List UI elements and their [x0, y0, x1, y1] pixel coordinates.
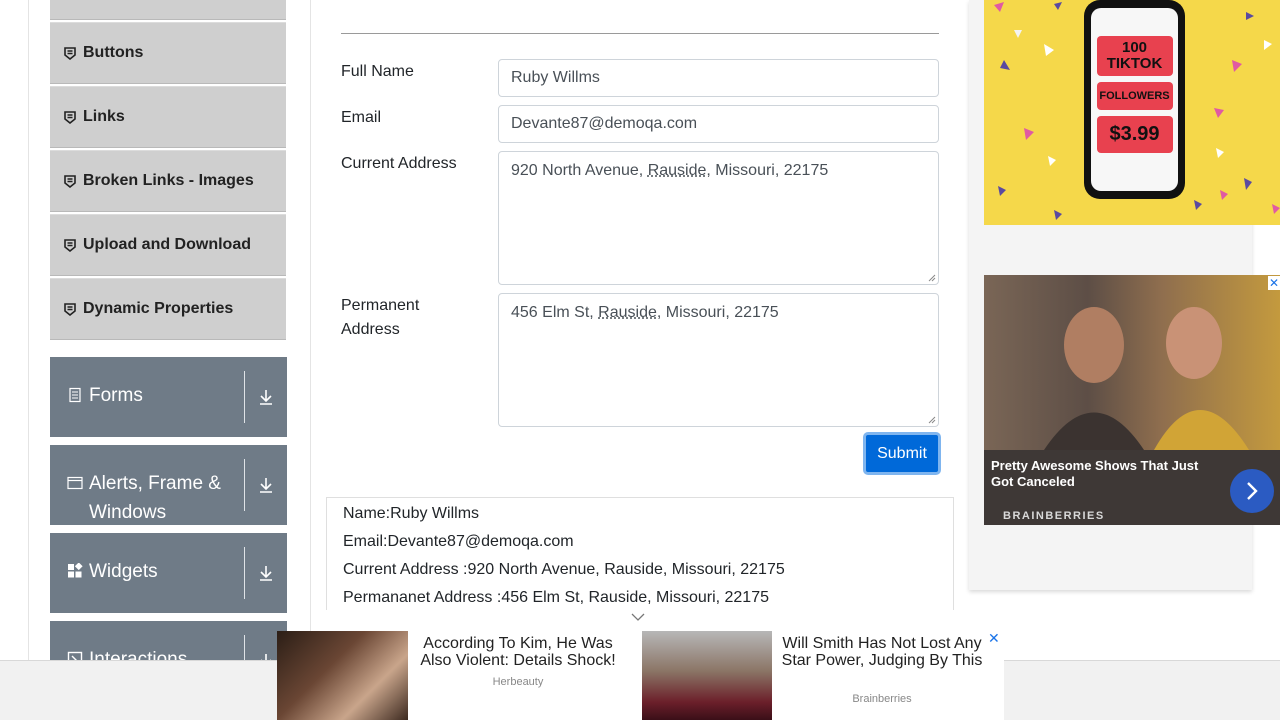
sidebar-item-label: Links: [83, 108, 125, 125]
group-widgets[interactable]: Widgets: [50, 533, 287, 613]
phone-illustration: 100 TIKTOK FOLLOWERS $3.99: [1084, 0, 1185, 199]
sidebar-item-partial[interactable]: [50, 0, 286, 20]
close-icon[interactable]: ✕: [1268, 276, 1280, 290]
current-address-textarea[interactable]: 920 North Avenue, Rauside, Missouri, 221…: [498, 151, 939, 285]
submit-button[interactable]: Submit: [863, 432, 941, 475]
list-icon: [64, 46, 76, 60]
email-value: Devante87@demoqa.com: [511, 115, 698, 132]
group-label: Alerts, Frame & Windows: [89, 473, 221, 523]
ad-headline: Pretty Awesome Shows That Just Got Cance…: [991, 458, 1199, 489]
widgets-icon: [68, 563, 83, 578]
chevron-right-icon[interactable]: [1230, 469, 1274, 513]
output-panel: Name:Ruby Willms Email:Devante87@demoqa.…: [326, 497, 954, 610]
ad-thumbnail: [642, 631, 772, 720]
download-icon[interactable]: [245, 445, 287, 525]
form-divider: [341, 33, 939, 34]
shows-ad[interactable]: Pretty Awesome Shows That Just Got Cance…: [984, 275, 1280, 525]
email-label: Email: [341, 109, 382, 126]
permanent-address-textarea[interactable]: 456 Elm St, Rauside, Missouri, 22175: [498, 293, 939, 427]
sidebar-item-label: Broken Links - Images: [83, 172, 254, 189]
sidebar-item-label: Buttons: [83, 44, 144, 61]
bottom-ad[interactable]: According To Kim, He Was Also Violent: D…: [277, 630, 1004, 720]
sidebar-item-links[interactable]: Links: [50, 86, 286, 148]
ad-headline[interactable]: Will Smith Has Not Lost Any Star Power, …: [772, 635, 992, 669]
sidebar-item-buttons[interactable]: Buttons: [50, 22, 286, 84]
output-permanent-address: Permananet Address :456 Elm St, Rauside,…: [343, 589, 769, 606]
sidebar-item-upload-download[interactable]: Upload and Download: [50, 214, 286, 276]
permanent-address-label: Permanent Address: [341, 297, 420, 338]
resize-grip-icon[interactable]: [928, 416, 936, 424]
ad-source: Herbeauty: [492, 676, 544, 688]
list-icon: [64, 110, 76, 124]
full-name-value: Ruby Willms: [511, 69, 600, 86]
form-icon: [69, 387, 81, 403]
group-label: Forms: [89, 385, 143, 406]
sidebar-item-label: Upload and Download: [83, 236, 251, 253]
current-address-label: Current Address: [341, 155, 457, 172]
resize-grip-icon[interactable]: [928, 274, 936, 282]
group-alerts-frame-windows[interactable]: Alerts, Frame & Windows: [50, 445, 287, 525]
output-current-address: Current Address :920 North Avenue, Rausi…: [343, 561, 785, 578]
download-icon[interactable]: [245, 533, 287, 613]
output-name: Name:Ruby Willms: [343, 505, 480, 522]
tiktok-ad[interactable]: 100 TIKTOK FOLLOWERS $3.99: [984, 0, 1280, 225]
ad-photo: [984, 275, 1280, 450]
close-icon[interactable]: ✕: [988, 630, 1000, 647]
list-icon: [64, 174, 76, 188]
full-name-label: Full Name: [341, 63, 414, 80]
full-name-input[interactable]: Ruby Willms: [498, 59, 939, 97]
download-icon[interactable]: [245, 357, 287, 437]
list-icon: [64, 302, 76, 316]
sidebar-item-label: Dynamic Properties: [83, 300, 234, 317]
people-silhouette: [1044, 307, 1249, 450]
group-forms[interactable]: Forms: [50, 357, 287, 437]
permanent-address-text: 456 Elm St, Rauside, Missouri, 22175: [511, 304, 779, 321]
sidebar-item-dynamic-properties[interactable]: Dynamic Properties: [50, 278, 286, 340]
current-address-text: 920 North Avenue, Rauside, Missouri, 221…: [511, 162, 829, 179]
ad-headline[interactable]: According To Kim, He Was Also Violent: D…: [408, 635, 628, 669]
sidebar-item-broken-links[interactable]: Broken Links - Images: [50, 150, 286, 212]
group-label: Widgets: [89, 561, 158, 582]
ad-source: Brainberries: [852, 693, 912, 705]
ad-thumbnail: [277, 631, 408, 720]
list-icon: [64, 238, 76, 252]
ad-brand: BRAINBERRIES: [1003, 510, 1105, 522]
chevron-down-icon[interactable]: [631, 612, 645, 622]
window-icon: [67, 476, 83, 490]
email-input[interactable]: Devante87@demoqa.com: [498, 105, 939, 143]
output-email: Email:Devante87@demoqa.com: [343, 533, 574, 550]
